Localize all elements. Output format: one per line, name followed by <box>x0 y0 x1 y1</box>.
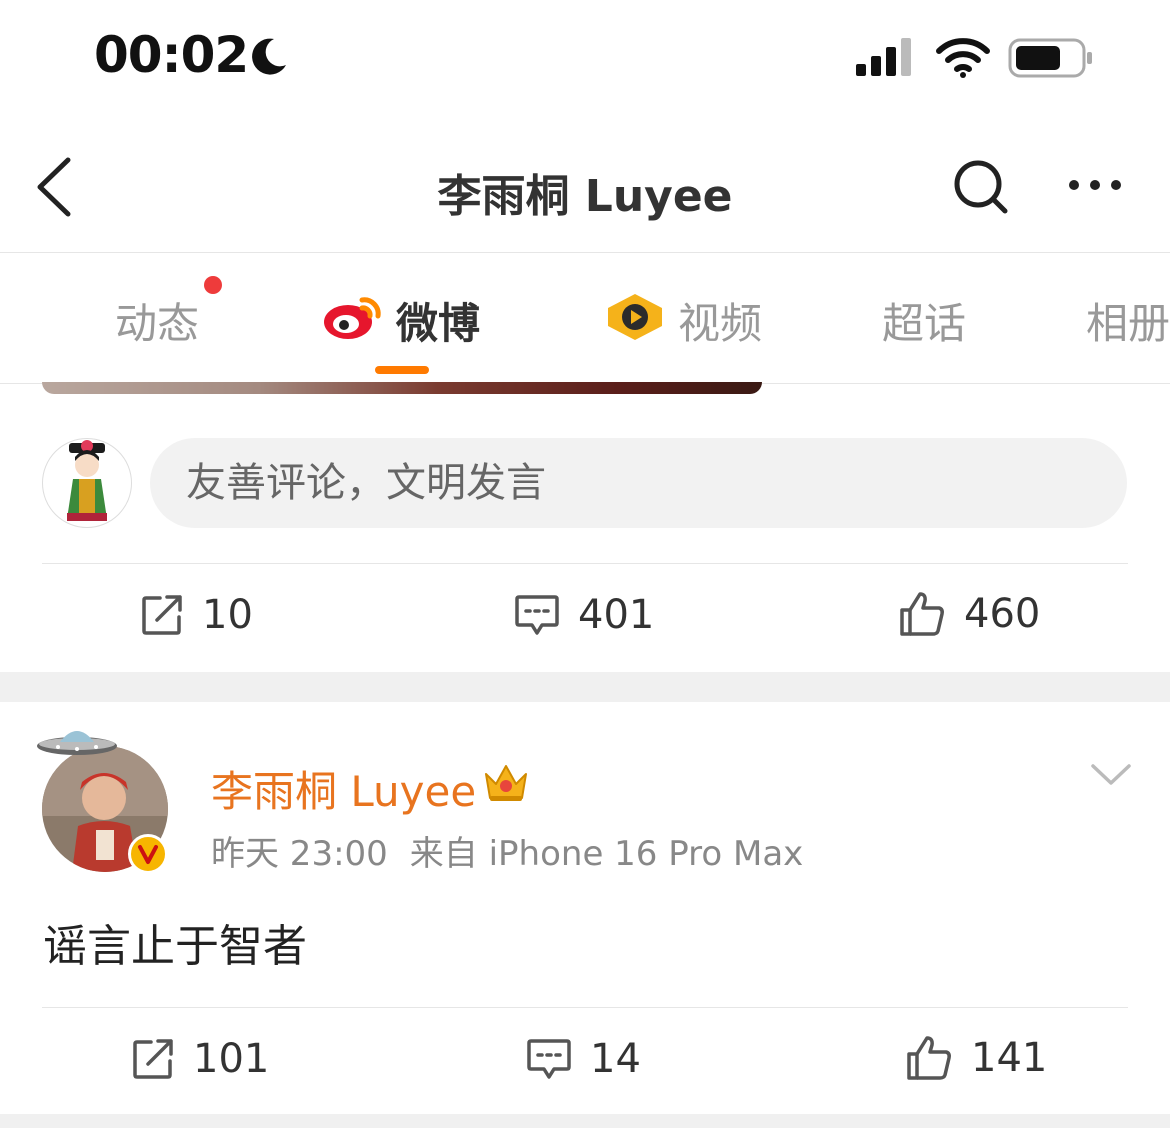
like-icon <box>907 1036 951 1080</box>
active-tab-indicator <box>375 366 429 374</box>
tab-album[interactable]: 相册 <box>1086 290 1170 351</box>
chevron-down-icon[interactable] <box>1090 762 1132 788</box>
tab-super-topic[interactable]: 超话 <box>882 290 966 351</box>
repost-icon <box>133 1039 173 1079</box>
post-time: 昨天 23:00 <box>211 834 388 874</box>
comment-button[interactable]: 401 <box>514 592 654 638</box>
repost-button[interactable]: 101 <box>131 1036 269 1082</box>
comment-count: 14 <box>590 1036 641 1082</box>
repost-icon <box>142 595 182 635</box>
like-icon <box>900 592 944 636</box>
like-button[interactable]: 460 <box>898 590 1040 638</box>
section-separator <box>0 1114 1170 1128</box>
like-button[interactable]: 141 <box>905 1034 1047 1082</box>
divider <box>42 1007 1128 1008</box>
more-icon[interactable] <box>1066 172 1124 198</box>
verified-badge-icon <box>128 834 168 874</box>
status-time: 00:02 <box>94 26 249 84</box>
comment-input[interactable]: 友善评论，文明发言 <box>150 438 1127 528</box>
repost-button[interactable]: 10 <box>140 592 253 638</box>
repost-count: 10 <box>202 592 253 638</box>
tab-weibo[interactable]: 微博 <box>396 290 480 351</box>
divider <box>42 563 1128 564</box>
comment-icon <box>515 595 559 635</box>
comment-icon <box>527 1039 571 1079</box>
like-count: 141 <box>971 1035 1048 1081</box>
repost-count: 101 <box>193 1036 270 1082</box>
battery-icon <box>1008 38 1092 78</box>
search-icon[interactable] <box>950 156 1010 216</box>
post-text: 谣言止于智者 <box>43 921 307 972</box>
ufo-pendant-icon <box>37 731 117 755</box>
signal-icon <box>856 38 911 76</box>
post-author-name[interactable]: 李雨桐 Luyee <box>211 758 476 819</box>
crown-icon <box>485 765 527 801</box>
post-meta: 昨天 23:00 来自 iPhone 16 Pro Max <box>211 826 803 875</box>
comment-count: 401 <box>578 592 655 638</box>
video-play-icon <box>608 294 662 340</box>
tab-dynamic[interactable]: 动态 <box>115 290 199 351</box>
weibo-logo-icon <box>324 297 381 339</box>
commenter-avatar <box>42 438 132 528</box>
moon-icon <box>252 38 286 75</box>
notification-dot <box>204 276 222 294</box>
section-separator <box>0 672 1170 702</box>
tab-video[interactable]: 视频 <box>678 290 762 351</box>
wifi-icon <box>936 38 990 78</box>
post-image-partial[interactable] <box>42 382 762 394</box>
like-count: 460 <box>964 591 1041 637</box>
comment-button[interactable]: 14 <box>526 1036 641 1082</box>
post-source: 来自 iPhone 16 Pro Max <box>409 834 804 874</box>
